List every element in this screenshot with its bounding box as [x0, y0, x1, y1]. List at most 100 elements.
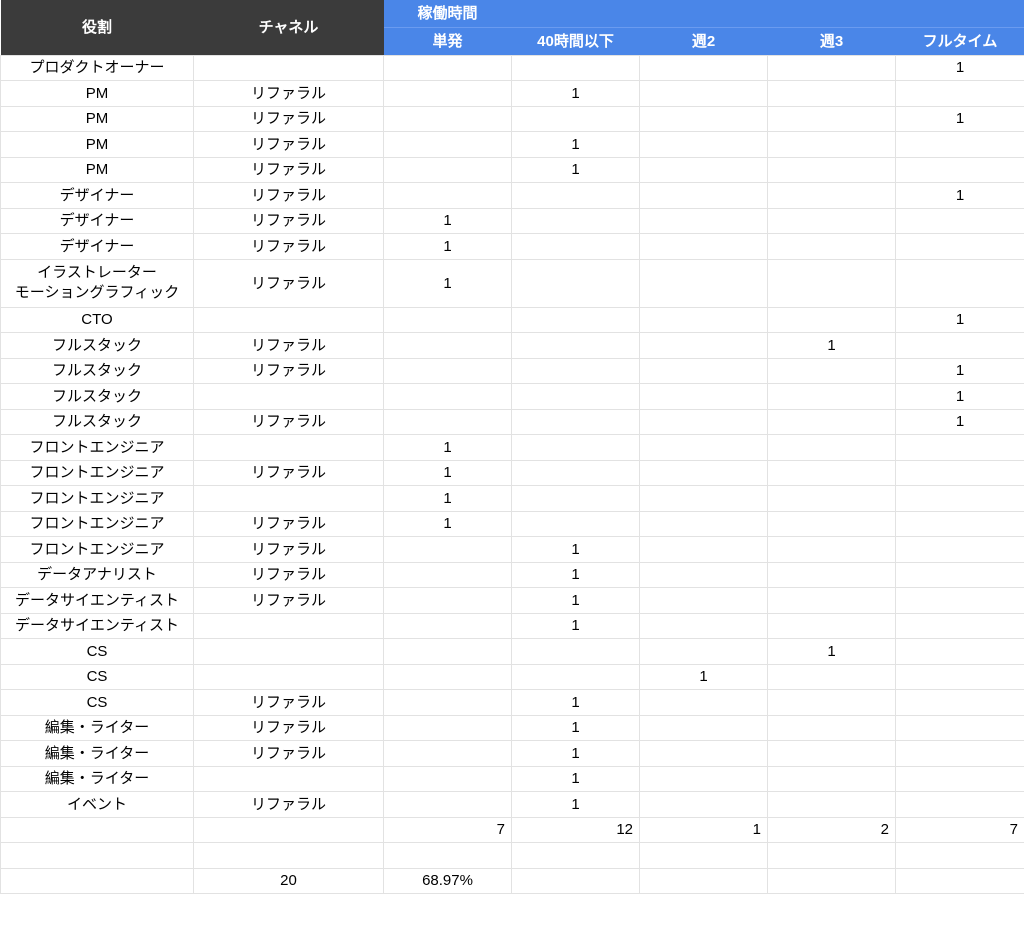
cell-single[interactable] — [383, 714, 512, 741]
cell-week3[interactable] — [767, 587, 896, 614]
cell-week2[interactable] — [639, 332, 768, 359]
cell-week2[interactable] — [639, 105, 768, 132]
cell-channel[interactable] — [193, 663, 384, 690]
cell-week3[interactable] — [767, 131, 896, 158]
cell-single[interactable]: 1 — [383, 258, 512, 308]
cell-empty[interactable] — [0, 842, 194, 869]
cell-week2[interactable]: 1 — [639, 663, 768, 690]
cell-fulltime[interactable] — [895, 561, 1024, 588]
cell-week3[interactable] — [767, 510, 896, 537]
cell-week2[interactable] — [639, 383, 768, 410]
cell-channel[interactable]: リファラル — [193, 131, 384, 158]
cell-week2[interactable] — [639, 258, 768, 308]
cell-role[interactable]: フロントエンジニア — [0, 485, 194, 512]
cell-week2[interactable] — [639, 131, 768, 158]
cell-fulltime[interactable] — [895, 663, 1024, 690]
header-blank-3[interactable] — [767, 0, 896, 28]
cell-week3[interactable] — [767, 765, 896, 792]
cell-week3[interactable] — [767, 561, 896, 588]
cell-role[interactable]: データサイエンティスト — [0, 587, 194, 614]
cell-week3[interactable] — [767, 689, 896, 716]
cell-empty[interactable] — [767, 867, 896, 894]
cell-week2[interactable] — [639, 233, 768, 260]
cell-fulltime[interactable]: 1 — [895, 105, 1024, 132]
cell-week2[interactable] — [639, 306, 768, 333]
cell-single[interactable]: 1 — [383, 233, 512, 260]
header-week3[interactable]: 週3 — [767, 27, 896, 55]
cell-role[interactable]: 編集・ライター — [0, 740, 194, 767]
cell-fulltime[interactable] — [895, 258, 1024, 308]
cell-single[interactable] — [383, 638, 512, 665]
cell-week3[interactable] — [767, 182, 896, 209]
cell-empty[interactable] — [639, 842, 768, 869]
cell-under40[interactable] — [511, 638, 640, 665]
cell-under40[interactable]: 1 — [511, 791, 640, 818]
cell-under40[interactable] — [511, 383, 640, 410]
cell-empty[interactable] — [895, 842, 1024, 869]
cell-single[interactable]: 1 — [383, 485, 512, 512]
cell-channel[interactable] — [193, 765, 384, 792]
cell-week3[interactable] — [767, 156, 896, 183]
cell-channel[interactable]: リファラル — [193, 233, 384, 260]
cell-week3[interactable] — [767, 258, 896, 308]
cell-role[interactable]: デザイナー — [0, 233, 194, 260]
cell-empty[interactable] — [895, 867, 1024, 894]
summary-percent[interactable]: 68.97% — [383, 867, 512, 894]
cell-week3[interactable] — [767, 207, 896, 234]
cell-single[interactable] — [383, 357, 512, 384]
cell-channel[interactable]: リファラル — [193, 714, 384, 741]
cell-single[interactable] — [383, 182, 512, 209]
cell-under40[interactable] — [511, 233, 640, 260]
cell-week2[interactable] — [639, 587, 768, 614]
cell-fulltime[interactable] — [895, 156, 1024, 183]
cell-week2[interactable] — [639, 459, 768, 486]
cell-empty[interactable] — [193, 842, 384, 869]
cell-week2[interactable] — [639, 714, 768, 741]
cell-week2[interactable] — [639, 408, 768, 435]
cell-week2[interactable] — [639, 638, 768, 665]
cell-fulltime[interactable] — [895, 485, 1024, 512]
cell-fulltime[interactable]: 1 — [895, 383, 1024, 410]
cell-fulltime[interactable] — [895, 689, 1024, 716]
cell-week2[interactable] — [639, 765, 768, 792]
cell-empty[interactable] — [767, 842, 896, 869]
cell-channel[interactable]: リファラル — [193, 536, 384, 563]
cell-under40[interactable]: 1 — [511, 714, 640, 741]
cell-single[interactable] — [383, 791, 512, 818]
cell-single[interactable] — [383, 740, 512, 767]
cell-under40[interactable]: 1 — [511, 689, 640, 716]
cell-week3[interactable] — [767, 459, 896, 486]
cell-fulltime[interactable] — [895, 131, 1024, 158]
cell-role[interactable]: フルスタック — [0, 408, 194, 435]
cell-role[interactable]: プロダクトオーナー — [0, 54, 194, 81]
cell-role[interactable]: デザイナー — [0, 182, 194, 209]
cell-fulltime[interactable]: 1 — [895, 357, 1024, 384]
cell-fulltime[interactable] — [895, 612, 1024, 639]
header-week2[interactable]: 週2 — [639, 27, 768, 55]
cell-week2[interactable] — [639, 80, 768, 107]
cell-under40[interactable] — [511, 510, 640, 537]
cell-single[interactable]: 1 — [383, 510, 512, 537]
cell-channel[interactable]: リファラル — [193, 332, 384, 359]
cell-week2[interactable] — [639, 536, 768, 563]
cell-single[interactable]: 1 — [383, 434, 512, 461]
cell-under40[interactable]: 1 — [511, 740, 640, 767]
cell-week2[interactable] — [639, 485, 768, 512]
cell-role[interactable]: 編集・ライター — [0, 765, 194, 792]
cell-fulltime[interactable]: 1 — [895, 182, 1024, 209]
cell-week2[interactable] — [639, 689, 768, 716]
cell-channel[interactable]: リファラル — [193, 207, 384, 234]
cell-empty[interactable] — [0, 867, 194, 894]
cell-channel[interactable]: リファラル — [193, 258, 384, 308]
cell-week2[interactable] — [639, 561, 768, 588]
total-week2[interactable]: 1 — [639, 816, 768, 843]
cell-week3[interactable] — [767, 434, 896, 461]
cell-channel[interactable] — [193, 612, 384, 639]
cell-fulltime[interactable] — [895, 714, 1024, 741]
cell-single[interactable] — [383, 156, 512, 183]
cell-under40[interactable] — [511, 459, 640, 486]
cell-under40[interactable] — [511, 332, 640, 359]
cell-role[interactable]: フロントエンジニア — [0, 510, 194, 537]
cell-fulltime[interactable] — [895, 587, 1024, 614]
cell-week2[interactable] — [639, 510, 768, 537]
